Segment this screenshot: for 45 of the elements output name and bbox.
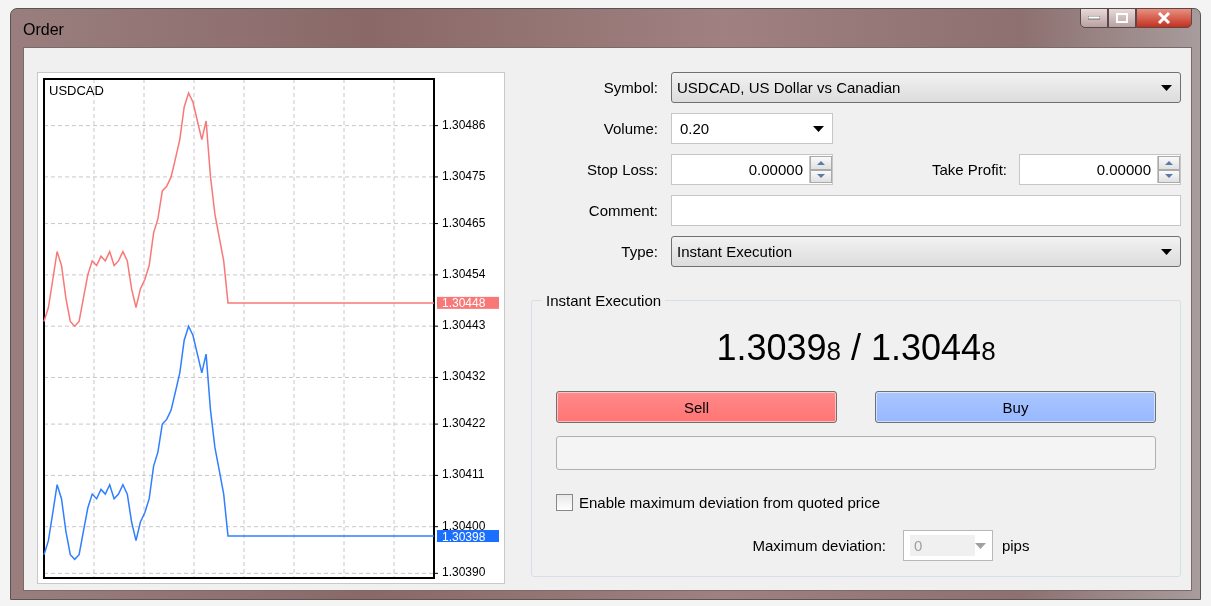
symbol-dropdown[interactable]: USDCAD, US Dollar vs Canadian [671,72,1181,103]
field-label: Type: [620,243,658,260]
dropdown-arrow-icon [1161,248,1172,255]
price-tag: 1.30448 [437,296,499,311]
axis-tick-label: 1.30486 [442,117,486,132]
axis-tick-label: 1.30454 [442,266,486,281]
stop-loss-field[interactable]: 0.00000 [671,154,833,185]
buy-button[interactable]: Buy [875,391,1156,423]
type-dropdown[interactable]: Instant Execution [671,236,1181,267]
field-label: Symbol: [602,79,658,96]
take-profit-field[interactable]: 0.00000 [1019,154,1181,185]
spin-buttons[interactable] [809,156,832,183]
dropdown-arrow-icon [813,125,824,132]
volume-dropdown[interactable]: 0.20 [671,113,833,144]
axis-tick-label: 1.30432 [442,369,486,384]
spin-buttons[interactable] [1157,156,1180,183]
maximize-button[interactable] [1108,8,1136,28]
checkbox[interactable] [556,494,573,511]
unit-label: pips [1001,537,1030,554]
field-label: Volume: [602,120,658,137]
checkbox-label: Enable maximum deviation from quoted price [579,494,880,511]
chart-title: USDCAD [49,83,104,98]
window-title: Order [23,21,64,39]
price-tag: 1.30398 [437,529,499,544]
axis-tick-label: 1.30475 [442,168,486,183]
field-label: Stop Loss: [586,161,658,178]
dropdown-arrow-icon [974,542,986,549]
comment-field[interactable] [671,195,1181,226]
field-label: Take Profit: [930,161,1008,178]
quote-price: 1.30398 / 1.30448 [715,327,997,369]
axis-tick-label: 1.30422 [442,416,486,431]
dropdown-arrow-icon [1161,84,1172,91]
axis-tick-label: 1.30411 [442,467,485,482]
close-icon [1157,12,1171,24]
close-button[interactable] [1136,8,1192,28]
axis-tick-label: 1.30465 [442,215,486,230]
group-title: Instant Execution [545,292,663,309]
axis-tick-label: 1.30390 [442,565,486,580]
field-label: Maximum deviation: [752,537,886,554]
maximize-icon [1116,13,1128,23]
sell-button[interactable]: Sell [556,391,837,423]
minimize-icon [1088,16,1100,20]
axis-tick-label: 1.30443 [442,318,486,333]
minimize-button[interactable] [1080,8,1108,28]
field-label: Comment: [587,202,658,219]
